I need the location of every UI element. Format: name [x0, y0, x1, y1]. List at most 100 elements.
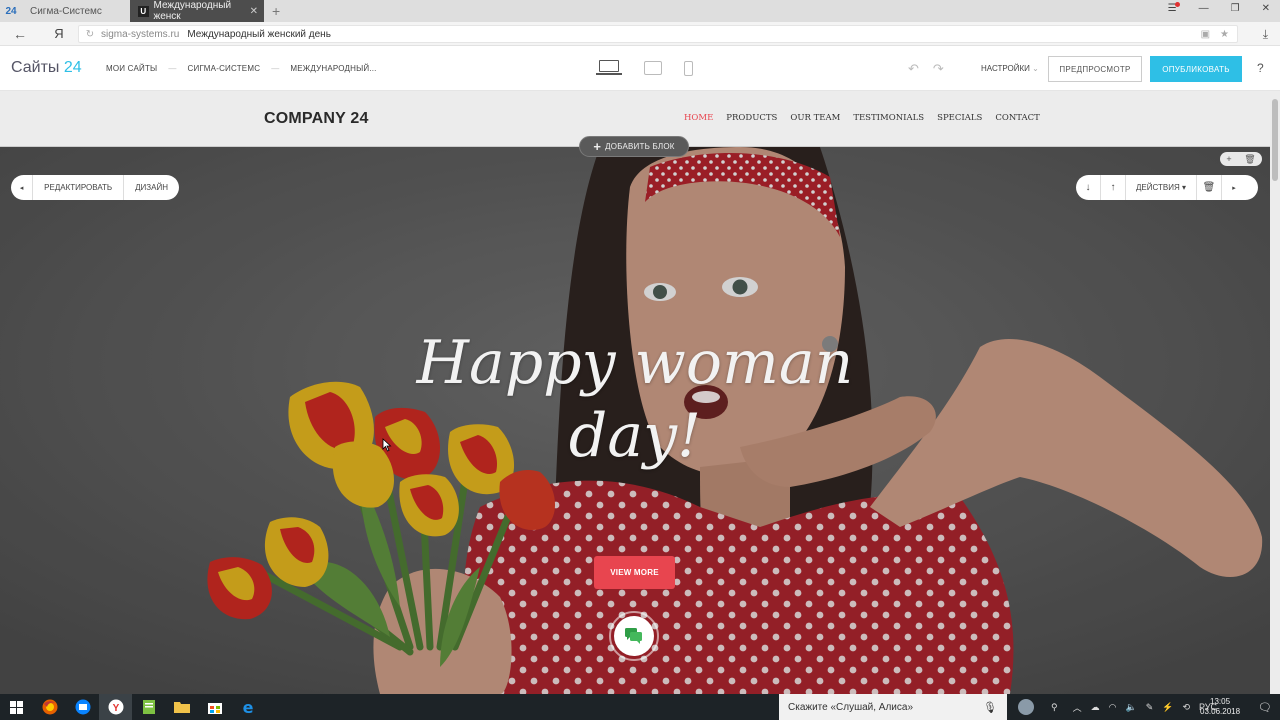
delete-block-icon[interactable]: 🗑	[1197, 182, 1221, 193]
firefox-icon[interactable]	[33, 694, 66, 720]
page-scrollbar[interactable]	[1270, 91, 1280, 694]
store-icon[interactable]	[198, 694, 231, 720]
breadcrumb-page[interactable]: МЕЖДУНАРОДНЫЙ...	[290, 64, 376, 73]
scrollbar-thumb[interactable]	[1272, 99, 1278, 181]
edit-button[interactable]: РЕДАКТИРОВАТЬ	[33, 183, 123, 192]
volume-icon[interactable]: 🔈	[1125, 702, 1136, 713]
tab-close-icon[interactable]: ✕	[250, 6, 258, 17]
notepad-icon[interactable]	[132, 694, 165, 720]
hero-block[interactable]: Happy woman day! VIEW MORE	[0, 147, 1270, 694]
wifi-icon[interactable]: ◠	[1109, 702, 1117, 713]
notifications-icon[interactable]: 🗨	[1258, 701, 1272, 714]
tab-label: Международный женск	[153, 0, 232, 22]
desktop-view-icon[interactable]	[596, 60, 622, 76]
back-arrow-icon[interactable]: ←	[0, 26, 40, 42]
chat-icon	[625, 628, 642, 644]
browser-menu-icon[interactable]: ☰	[1168, 2, 1180, 14]
design-button[interactable]: ДИЗАЙН	[124, 183, 179, 192]
block-actions-toolbar: ↓ ↑ ДЕЙСТВИЯ ▾ 🗑 ▸	[1076, 175, 1258, 200]
nav-products[interactable]: PRODUCTS	[726, 113, 777, 123]
protect-icon[interactable]: ▣	[1201, 29, 1210, 40]
close-window-icon[interactable]: ✕	[1262, 3, 1270, 14]
move-down-icon[interactable]: ↓	[1076, 182, 1100, 193]
settings-dropdown[interactable]: НАСТРОЙКИ ⌄	[981, 64, 1039, 73]
breadcrumb-my-sites[interactable]: МОИ САЙТЫ	[106, 64, 157, 73]
user-avatar[interactable]	[1018, 699, 1034, 715]
hero-title-line-1: Happy woman	[416, 328, 854, 398]
svg-text:Y: Y	[112, 703, 119, 714]
hero-title[interactable]: Happy woman day!	[370, 327, 900, 473]
edge-icon[interactable]: e	[231, 694, 264, 720]
url-domain: sigma-systems.ru	[101, 28, 180, 40]
tray-expand-icon[interactable]: ︿	[1073, 701, 1082, 714]
editor-toolbar: Сайты 24 МОИ САЙТЫ — СИГМА-СИСТЕМС — МЕЖ…	[0, 47, 1280, 91]
move-up-icon[interactable]: ↑	[1101, 182, 1125, 193]
minimize-icon[interactable]: —	[1199, 3, 1209, 14]
publish-button[interactable]: ОПУБЛИКОВАТЬ	[1150, 56, 1242, 82]
site-navigation: HOME PRODUCTS OUR TEAM TESTIMONIALS SPEC…	[684, 113, 1040, 123]
tab-womens-day[interactable]: U Международный женск ✕	[130, 0, 264, 22]
sync-icon[interactable]: ⟲	[1182, 702, 1190, 713]
site-logo[interactable]: COMPANY 24	[264, 110, 369, 128]
url-field[interactable]: ↻ sigma-systems.ru Международный женский…	[78, 25, 1238, 43]
reload-icon[interactable]: ↻	[79, 29, 101, 40]
actions-dropdown[interactable]: ДЕЙСТВИЯ ▾	[1126, 183, 1196, 192]
clock-time: 13:05	[1210, 697, 1231, 706]
collapse-left-icon[interactable]: ◂	[11, 184, 32, 192]
settings-label: НАСТРОЙКИ	[981, 64, 1030, 73]
restore-icon[interactable]: ❐	[1231, 3, 1240, 14]
breadcrumb-sigma[interactable]: СИГМА-СИСТЕМС	[188, 64, 261, 73]
trash-icon[interactable]: 🗑	[1244, 154, 1255, 165]
windows-start-icon[interactable]	[0, 694, 33, 720]
nav-our-team[interactable]: OUR TEAM	[790, 113, 840, 123]
view-more-button[interactable]: VIEW MORE	[594, 556, 675, 589]
chat-widget[interactable]	[609, 611, 659, 661]
expand-right-icon[interactable]: ▸	[1222, 184, 1246, 192]
mobile-view-icon[interactable]	[684, 60, 693, 76]
url-page-title: Международный женский день	[187, 28, 331, 40]
brand-number: 24	[63, 59, 82, 76]
add-block-button[interactable]: + ДОБАВИТЬ БЛОК	[579, 136, 689, 157]
mouse-cursor-icon	[382, 438, 392, 452]
tab-favicon: U	[138, 5, 149, 17]
block-mini-toolbar: + 🗑	[1220, 152, 1262, 166]
nav-home[interactable]: HOME	[684, 113, 713, 123]
actions-label: ДЕЙСТВИЯ	[1136, 183, 1180, 192]
tab-sigma[interactable]: Сигма-Системс	[22, 0, 130, 22]
taskbar-clock[interactable]: 13:05 03.06.2018	[1200, 697, 1240, 717]
device-switcher	[596, 60, 693, 76]
system-tray: ⚲ ︿ ☁ ◠ 🔈 ✎ ⚡ ⟲ РУС	[1018, 694, 1217, 720]
alice-search-box[interactable]: Скажите «Слушай, Алиса» 🎙	[779, 694, 1007, 720]
download-icon[interactable]: ⤓	[1263, 27, 1268, 42]
caret-down-icon: ▾	[1182, 183, 1187, 192]
redo-icon[interactable]: ↷	[933, 61, 944, 77]
tab-label: Сигма-Системс	[30, 5, 102, 17]
yandex-browser-icon[interactable]: Y	[99, 694, 132, 720]
pen-icon[interactable]: ✎	[1146, 702, 1154, 713]
browser-logo[interactable]: 24	[0, 0, 22, 22]
undo-icon[interactable]: ↶	[908, 61, 919, 77]
add-icon[interactable]: +	[1226, 154, 1231, 164]
chevron-down-icon: ⌄	[1032, 64, 1039, 73]
tablet-view-icon[interactable]	[644, 61, 662, 75]
nav-testimonials[interactable]: TESTIMONIALS	[853, 113, 924, 123]
thunderbird-icon[interactable]	[66, 694, 99, 720]
nav-specials[interactable]: SPECIALS	[937, 113, 982, 123]
yandex-button[interactable]: Я	[40, 26, 78, 41]
cloud-icon[interactable]: ☁	[1091, 702, 1100, 713]
breadcrumb: МОИ САЙТЫ — СИГМА-СИСТЕМС — МЕЖДУНАРОДНЫ…	[106, 64, 377, 73]
windows-taskbar: Y e Скажите «Слушай, Алиса» 🎙 ⚲ ︿ ☁ ◠ 🔈 …	[0, 694, 1280, 720]
nav-contact[interactable]: CONTACT	[995, 113, 1039, 123]
file-explorer-icon[interactable]	[165, 694, 198, 720]
bookmark-star-icon[interactable]: ★	[1220, 29, 1229, 40]
microphone-icon[interactable]: 🎙	[983, 701, 997, 714]
network-status-icon[interactable]: ⚡	[1162, 702, 1173, 713]
new-tab-icon[interactable]: +	[264, 3, 280, 19]
people-icon[interactable]: ⚲	[1051, 702, 1058, 713]
hero-title-line-2: day!	[568, 401, 702, 471]
preview-button[interactable]: ПРЕДПРОСМОТР	[1048, 56, 1142, 82]
help-icon[interactable]: ?	[1257, 61, 1264, 75]
brand-text: Сайты	[11, 59, 60, 76]
brand-logo[interactable]: Сайты 24	[11, 59, 82, 77]
browser-tab-bar: 24 Сигма-Системс U Международный женск ✕…	[0, 0, 1280, 22]
